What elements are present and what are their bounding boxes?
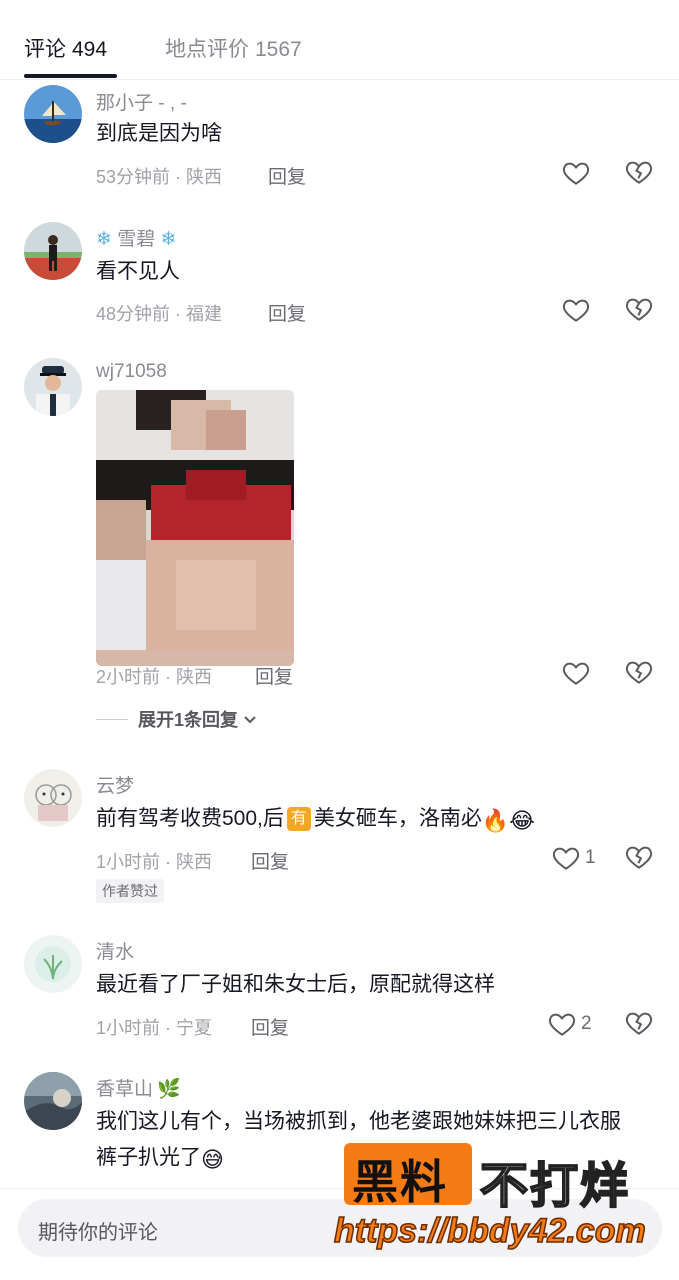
- like-button[interactable]: 1: [551, 842, 596, 874]
- dislike-button[interactable]: [624, 842, 656, 874]
- comment-meta: 48分钟前 · 福建: [96, 304, 223, 324]
- avatar[interactable]: [24, 358, 82, 416]
- laughing-emoji-icon: 😂: [509, 808, 535, 833]
- like-count: 1: [585, 847, 596, 868]
- divider: [96, 718, 128, 720]
- active-tab-indicator: [24, 74, 117, 78]
- broken-heart-icon: [625, 661, 653, 684]
- snowflake-icon: ❄: [96, 229, 112, 250]
- expand-replies-button[interactable]: 展开1条回复: [96, 706, 258, 732]
- avatar[interactable]: [24, 769, 82, 827]
- avatar[interactable]: [24, 222, 82, 280]
- snowflake-icon: ❄: [160, 229, 177, 250]
- herb-icon: 🌿: [157, 1079, 181, 1100]
- comment-text: 前有驾考收费500,后有美女砸车，洛南必🔥😂: [96, 801, 636, 839]
- fire-icon: 🔥: [481, 808, 510, 833]
- reply-button[interactable]: 回复: [251, 847, 289, 874]
- comment-text: 到底是因为啥: [96, 122, 222, 145]
- watermark-text: 不打烊: [479, 1159, 631, 1214]
- username[interactable]: 香草山 🌿: [96, 1074, 181, 1101]
- you-emoji-badge: 有: [286, 807, 311, 831]
- username[interactable]: 云梦: [96, 771, 134, 798]
- tab-place-reviews[interactable]: 地点评价 1567: [165, 33, 302, 63]
- comment-meta: 1小时前 · 陕西: [96, 852, 213, 872]
- author-liked-tag: 作者赞过: [96, 879, 164, 903]
- broken-heart-icon: [625, 161, 653, 184]
- watermark-url: https://bbdy42.com: [333, 1211, 646, 1251]
- heart-icon: [548, 1013, 576, 1036]
- reply-button[interactable]: 回复: [268, 162, 306, 189]
- avatar[interactable]: [24, 935, 82, 993]
- comment-meta: 2小时前 · 陕西: [96, 667, 213, 687]
- username[interactable]: 那小子 - , -: [96, 88, 187, 115]
- comment-text: 看不见人: [96, 260, 180, 283]
- watermark-text: 黑料: [352, 1156, 448, 1208]
- broken-heart-icon: [625, 1012, 653, 1035]
- like-count: 2: [581, 1013, 592, 1034]
- broken-heart-icon: [625, 846, 653, 869]
- tab-comments[interactable]: 评论 494: [24, 33, 107, 63]
- heart-icon: [562, 162, 590, 185]
- chevron-down-icon: [244, 716, 256, 724]
- avatar[interactable]: [24, 1072, 82, 1130]
- broken-heart-icon: [625, 298, 653, 321]
- avatar[interactable]: [24, 85, 82, 143]
- comment-text: 最近看了厂子姐和朱女士后，原配就得这样: [96, 973, 495, 996]
- like-button[interactable]: 2: [547, 1008, 592, 1040]
- username[interactable]: wj71058: [96, 361, 167, 383]
- comment-meta: 1小时前 · 宁夏: [96, 1018, 213, 1038]
- like-button[interactable]: [561, 657, 591, 689]
- reply-button[interactable]: 回复: [251, 1013, 289, 1040]
- dislike-button[interactable]: [624, 1008, 656, 1040]
- comment-photo[interactable]: [96, 390, 294, 666]
- comment-tabs: 评论 494 地点评价 1567: [0, 0, 679, 80]
- username[interactable]: 清水: [96, 937, 134, 964]
- reply-button[interactable]: 回复: [268, 299, 306, 326]
- username[interactable]: ❄ 雪碧 ❄: [96, 224, 176, 251]
- watermark: 黑料 不打烊 https://bbdy42.com: [330, 1140, 670, 1258]
- heart-icon: [552, 847, 580, 870]
- like-button[interactable]: [561, 294, 591, 326]
- grimace-emoji-icon: 😅: [201, 1147, 224, 1172]
- heart-icon: [562, 299, 590, 322]
- comment-input-placeholder: 期待你的评论: [38, 1222, 158, 1244]
- dislike-button[interactable]: [624, 657, 656, 689]
- reply-button[interactable]: 回复: [255, 662, 293, 689]
- heart-icon: [562, 662, 590, 685]
- dislike-button[interactable]: [624, 157, 656, 189]
- like-button[interactable]: [561, 157, 591, 189]
- comment-meta: 53分钟前 · 陕西: [96, 167, 223, 187]
- dislike-button[interactable]: [624, 294, 656, 326]
